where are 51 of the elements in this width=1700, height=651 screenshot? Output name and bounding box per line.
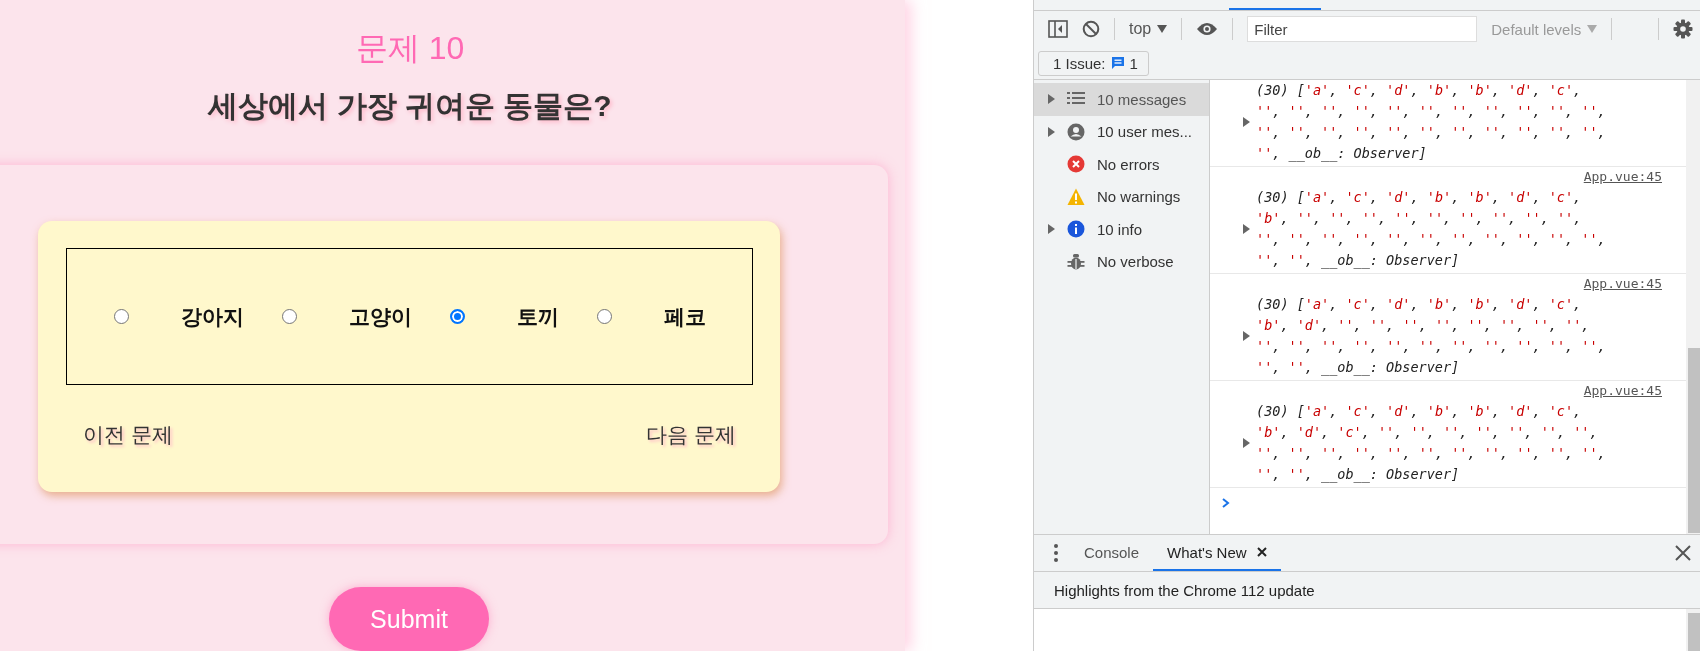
sidebar-item[interactable]: 10 info xyxy=(1034,213,1209,246)
issues-button[interactable]: 1 Issue: 1 xyxy=(1038,50,1149,76)
expand-arrow-icon[interactable] xyxy=(1243,438,1250,448)
error-icon xyxy=(1067,155,1085,174)
log-message: (30) ['a', 'c', 'd', 'b', 'b', 'd', 'c', 'b', 'd', '', '', '', '', '', '', '', '', '', '', '', '', '', '', '', '', '', '', '', '', '', __ob__: Observer] xyxy=(1256,295,1606,378)
expand-arrow-icon[interactable] xyxy=(1243,117,1250,127)
info-icon xyxy=(1067,220,1085,239)
drawer-tab[interactable]: Console xyxy=(1070,535,1154,571)
user-icon xyxy=(1067,122,1085,141)
source-link[interactable]: App.vue:45 xyxy=(1583,276,1662,294)
filter-field[interactable]: Filter xyxy=(1247,16,1478,42)
eye-icon[interactable] xyxy=(1196,22,1219,36)
close-icon[interactable] xyxy=(1675,545,1691,561)
expand-arrow-icon[interactable] xyxy=(1243,331,1250,341)
more-options-icon[interactable] xyxy=(1054,544,1058,562)
source-link[interactable]: App.vue:45 xyxy=(1583,383,1662,401)
warning-icon xyxy=(1067,187,1085,206)
radio-button[interactable] xyxy=(596,309,612,324)
sidebar-item[interactable]: No warnings xyxy=(1034,180,1209,213)
log-message: (30) ['a', 'c', 'd', 'b', 'b', 'd', 'c', 'b', '', '', '', '', '', '', '', '', '', '', '', '', '', '', '', '', '', '', '', '', '', '', __ob__: Observer] xyxy=(1256,188,1606,271)
question-number: 문제 10 xyxy=(354,30,466,66)
scrollbar[interactable] xyxy=(1686,609,1700,651)
question-text: 세상에서 가장 귀여운 동물은? xyxy=(206,88,613,124)
message-icon xyxy=(1110,56,1125,70)
prompt-chevron-icon xyxy=(1222,498,1230,508)
option-label: 토끼 xyxy=(516,303,559,330)
option-label: 페코 xyxy=(663,303,706,330)
sidebar-toggle-icon[interactable] xyxy=(1048,20,1068,38)
expand-arrow-icon[interactable] xyxy=(1243,224,1250,234)
sidebar-item[interactable]: No errors xyxy=(1034,148,1209,181)
bug-icon xyxy=(1067,252,1085,271)
dropdown-caret-icon xyxy=(1587,25,1598,33)
settings-icon[interactable] xyxy=(1673,19,1693,39)
sidebar-item[interactable]: 10 messages xyxy=(1034,83,1209,116)
option-label: 고양이 xyxy=(348,303,412,330)
clear-console-icon[interactable] xyxy=(1082,20,1100,38)
next-question-link[interactable]: 다음 문제 xyxy=(646,421,736,449)
log-message: (30) ['a', 'c', 'd', 'b', 'b', 'd', 'c', 'b', 'd', 'c', '', '', '', '', '', '', '', '', '', '', '', '', '', '', '', '', '', '', '', '', __ob__: Observer] xyxy=(1256,402,1606,485)
source-link[interactable]: App.vue:45 xyxy=(1583,169,1662,187)
context-dropdown[interactable]: top xyxy=(1129,20,1168,38)
drawer-tab[interactable]: What's New xyxy=(1153,535,1281,571)
radio-button[interactable] xyxy=(281,309,297,324)
previous-question-link[interactable]: 이전 문제 xyxy=(83,421,173,449)
radio-button[interactable] xyxy=(113,309,129,324)
radio-button[interactable] xyxy=(449,309,465,324)
dropdown-caret-icon xyxy=(1157,25,1168,33)
sidebar-item[interactable]: No verbose xyxy=(1034,245,1209,278)
sidebar-item[interactable]: 10 user mes... xyxy=(1034,115,1209,148)
option-label: 강아지 xyxy=(180,303,244,330)
log-message: (30) ['a', 'c', 'd', 'b', 'b', 'd', 'c', '', '', '', '', '', '', '', '', '', '', '', '', '', '', '', '', '', '', '', '', '', '', '', __ob__: Observer] xyxy=(1256,81,1606,164)
close-icon[interactable] xyxy=(1256,547,1267,557)
